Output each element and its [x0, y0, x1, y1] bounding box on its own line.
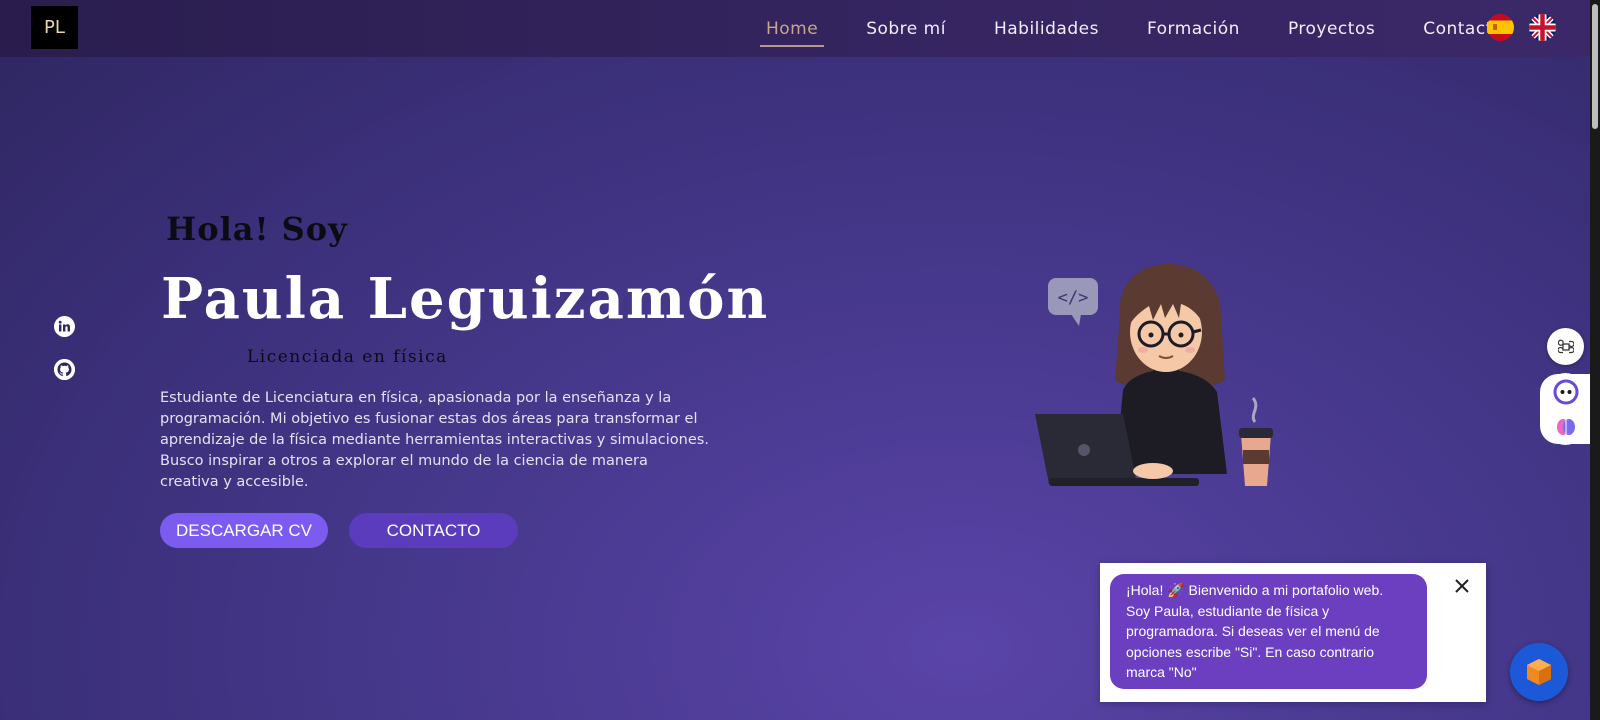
chat-launcher-button[interactable]	[1510, 643, 1568, 701]
programmer-girl-illustration: </>	[1035, 263, 1273, 486]
hero-description: Estudiante de Licenciatura en física, ap…	[160, 390, 709, 490]
nav-habilidades[interactable]: Habilidades	[988, 13, 1105, 45]
chat-popup: ¡Hola! 🚀 Bienvenido a mi portafolio web.…	[1100, 563, 1486, 702]
assistant-bot-icon[interactable]	[1547, 373, 1584, 410]
linkedin-icon[interactable]	[54, 316, 75, 337]
nav-sobre-mi[interactable]: Sobre mí	[860, 13, 952, 45]
download-cv-button[interactable]: DESCARGAR CV	[160, 513, 328, 548]
close-icon[interactable]	[1451, 575, 1473, 597]
nav-proyectos[interactable]: Proyectos	[1282, 13, 1381, 45]
scrollbar-thumb[interactable]	[1592, 4, 1598, 129]
site-logo[interactable]: PL	[31, 6, 78, 49]
page-scrollbar[interactable]	[1590, 0, 1600, 720]
hero-greeting: Hola! Soy	[166, 210, 348, 248]
github-icon[interactable]	[54, 359, 75, 380]
uk-flag-icon[interactable]	[1529, 14, 1556, 41]
cube-icon	[1527, 659, 1551, 685]
nav-home[interactable]: Home	[760, 13, 825, 47]
nav-formacion[interactable]: Formación	[1141, 13, 1246, 45]
contact-button[interactable]: CONTACTO	[349, 513, 518, 548]
code-bubble-icon: </>	[1048, 278, 1098, 326]
top-navbar: PL Home Sobre mí Habilidades Formación P…	[0, 0, 1590, 57]
brain-icon[interactable]	[1547, 408, 1584, 445]
main-nav: Home Sobre mí Habilidades Formación Proy…	[760, 0, 1546, 57]
hero-name: Paula Leguizamón	[161, 266, 770, 332]
svg-text:</>: </>	[1058, 288, 1089, 308]
es-flag-icon[interactable]	[1487, 14, 1514, 41]
hero-role: Licenciada en física	[247, 347, 448, 367]
chat-message: ¡Hola! 🚀 Bienvenido a mi portafolio web.…	[1110, 574, 1427, 689]
command-icon[interactable]	[1547, 328, 1584, 365]
